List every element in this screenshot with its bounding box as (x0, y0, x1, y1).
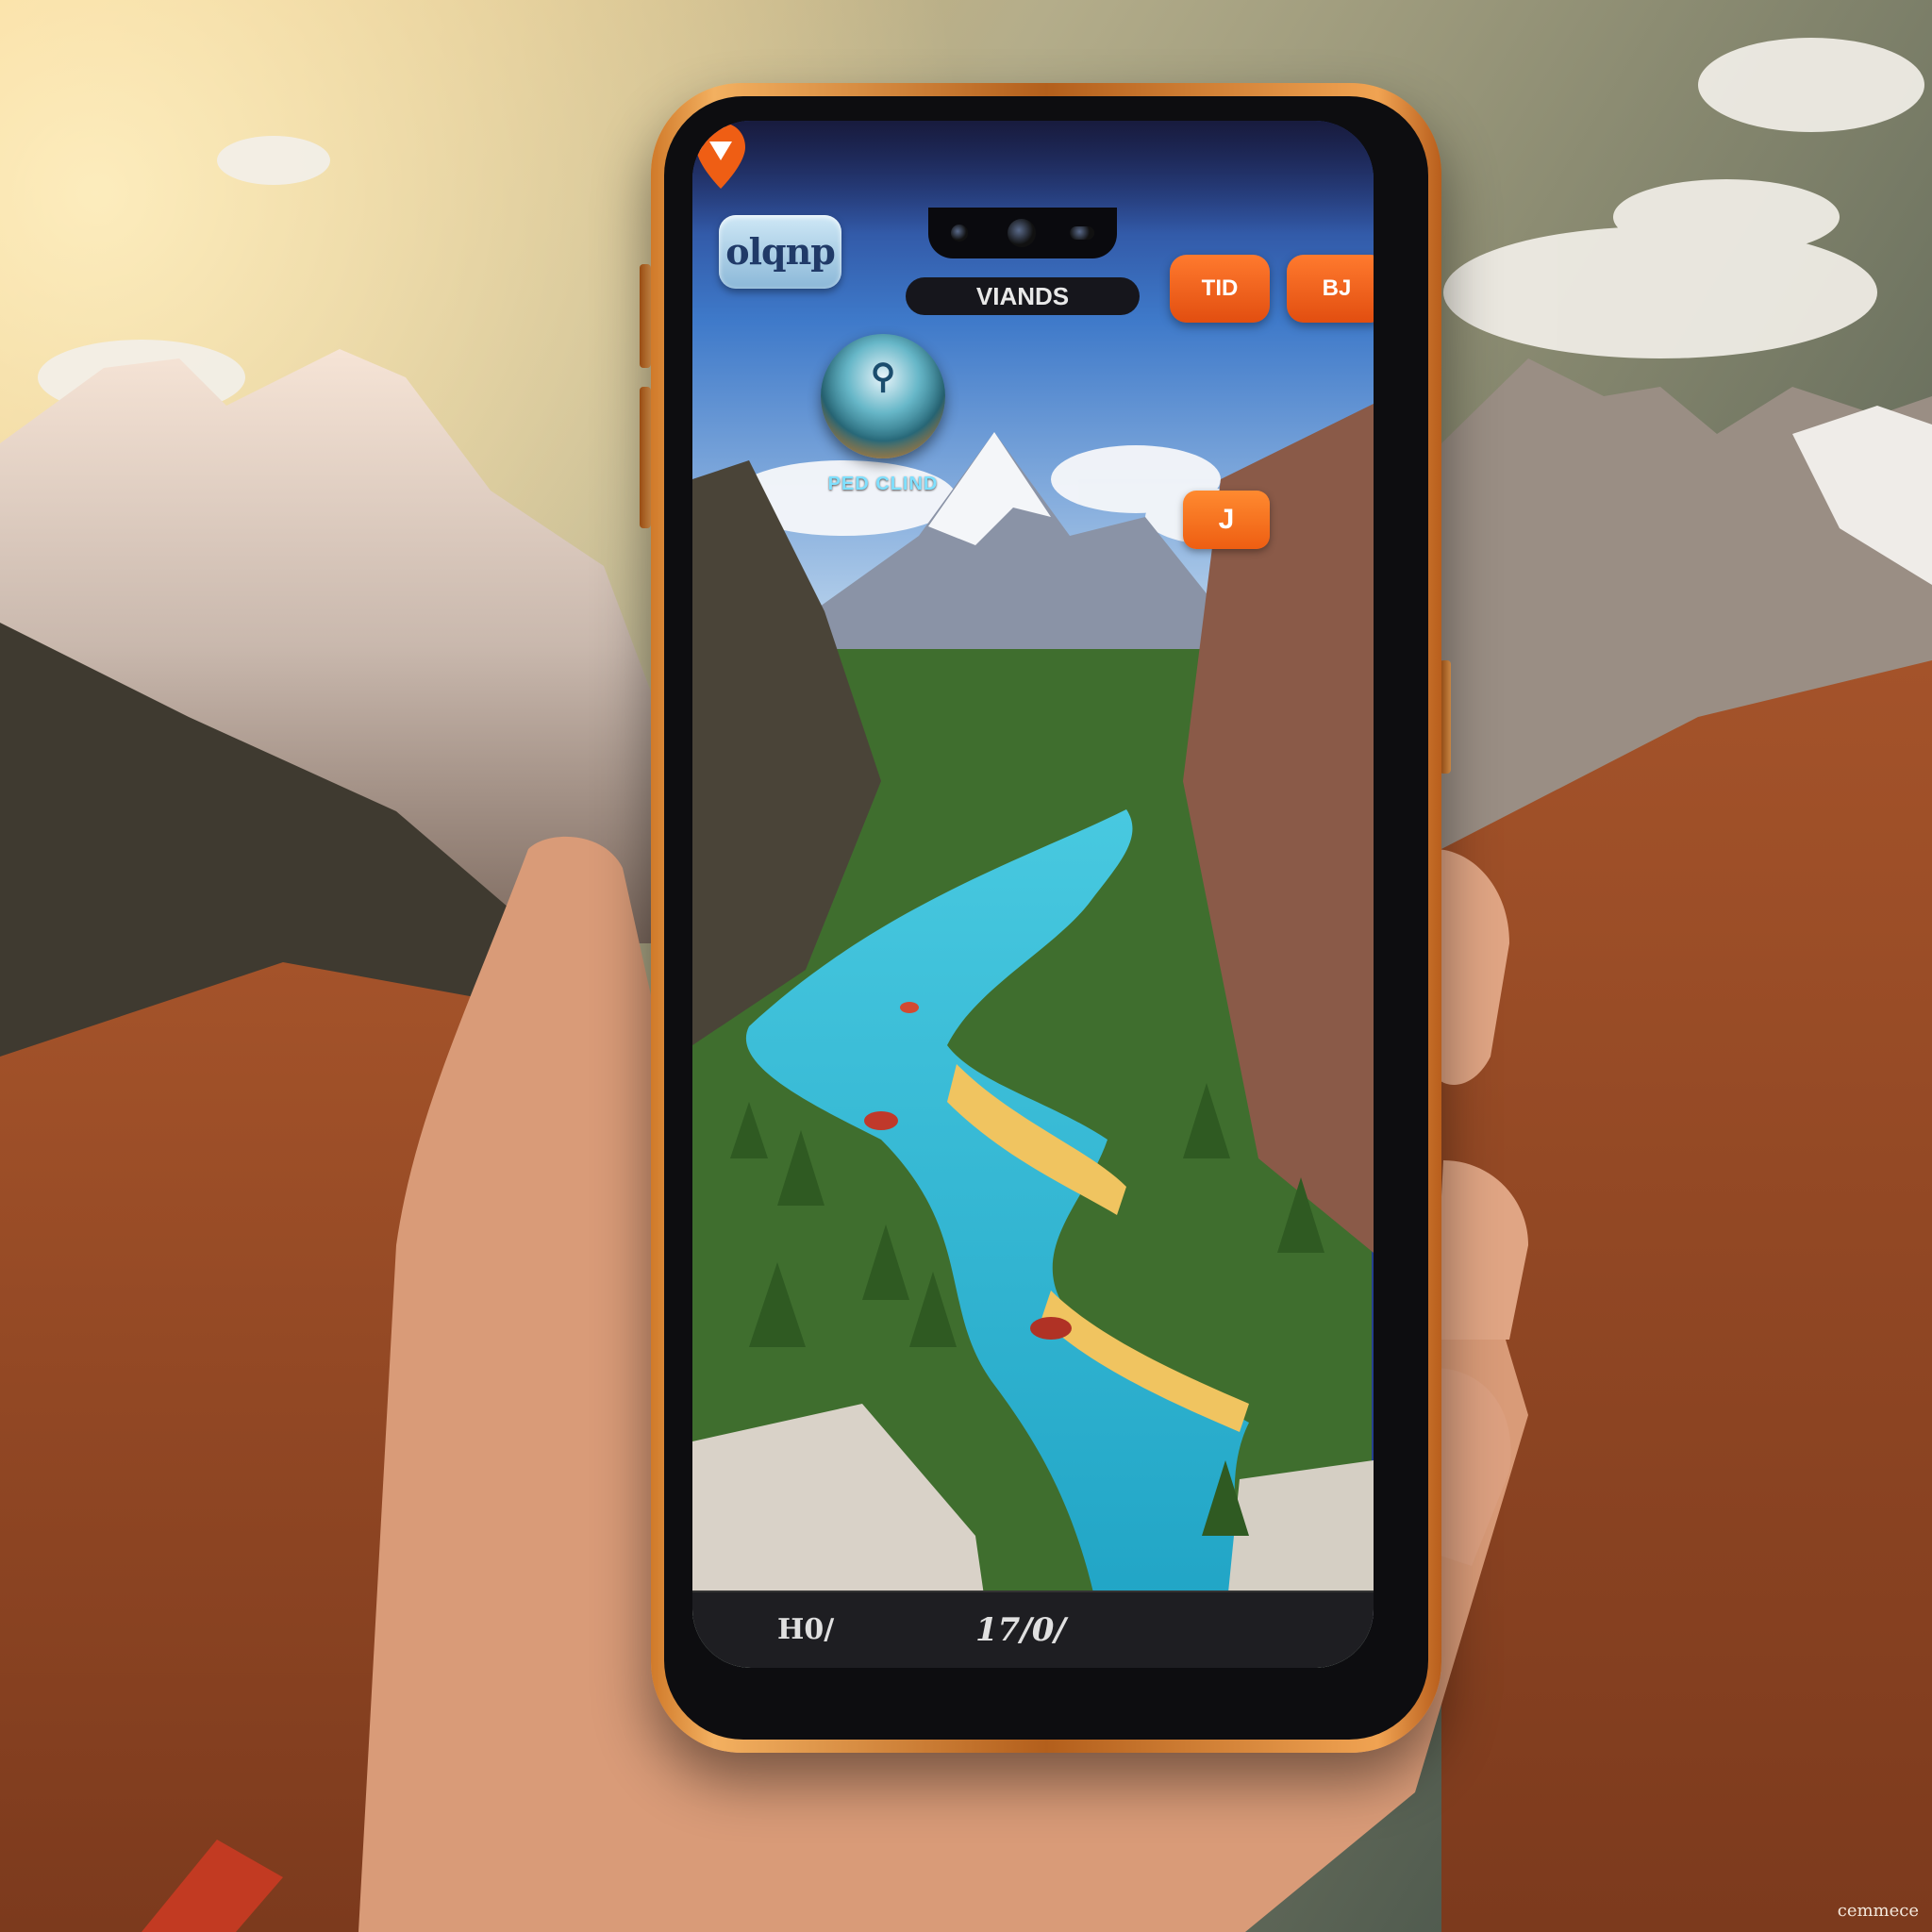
bottom-bar: H0/ 17/0/ (692, 1591, 1374, 1668)
camera-notch (928, 208, 1117, 258)
toolbar-left-button[interactable]: TID (1170, 255, 1270, 323)
screen-title: VIANDS (906, 277, 1140, 315)
smartphone: olqnp VIANDS TID BJ ⚲ PED CLIND J H0/ 17… (651, 83, 1441, 1753)
toolbar-right-button[interactable]: BJ (1287, 255, 1374, 323)
globe-caption: PED CLIND (827, 474, 939, 494)
watermark: cemmece (1837, 1901, 1919, 1921)
bottom-left-value: H0/ (777, 1613, 835, 1646)
globe-badge[interactable]: ⚲ (821, 334, 945, 458)
app-logo[interactable]: olqnp (719, 215, 841, 289)
bottom-center-value: 17/0/ (975, 1611, 1066, 1649)
phone-volume-button[interactable] (640, 264, 651, 368)
map-location-pin[interactable] (692, 121, 749, 191)
front-camera-icon (1008, 219, 1036, 247)
speaker-icon (1070, 226, 1094, 240)
chat-bubble-button[interactable]: J (1183, 491, 1270, 549)
phone-screen: olqnp VIANDS TID BJ ⚲ PED CLIND J H0/ 17… (692, 121, 1374, 1668)
map-landscape[interactable] (692, 121, 1374, 1668)
phone-side-button[interactable] (640, 387, 651, 528)
location-pin-icon: ⚲ (870, 357, 896, 395)
sensor-icon (951, 225, 968, 242)
